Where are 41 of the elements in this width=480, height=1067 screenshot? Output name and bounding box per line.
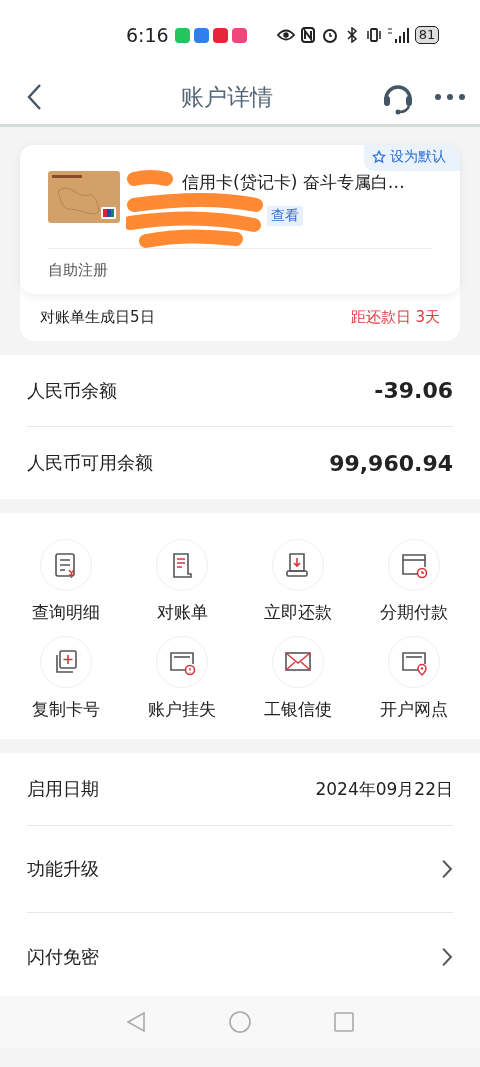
page-title: 账户详情 bbox=[180, 82, 274, 112]
app-notification-icon bbox=[212, 27, 228, 43]
action-button[interactable]: 工银信使 bbox=[240, 636, 356, 725]
settings-row[interactable]: 闪付免密 bbox=[27, 913, 453, 1000]
statement-day-text: 对账单生成日5日 bbox=[40, 308, 155, 327]
vibrate-icon bbox=[364, 27, 383, 43]
bank-card-icon bbox=[48, 171, 120, 223]
action-button[interactable]: 账户挂失 bbox=[124, 636, 240, 725]
eye-icon bbox=[276, 27, 295, 43]
battery-level: 81 bbox=[414, 26, 440, 44]
action-button[interactable]: 开户网点 bbox=[356, 636, 472, 725]
action-button[interactable]: 对账单 bbox=[124, 539, 240, 628]
back-button[interactable] bbox=[26, 83, 42, 111]
more-button[interactable] bbox=[434, 93, 466, 101]
view-link[interactable]: 查看 bbox=[267, 206, 303, 226]
settings-row[interactable]: 功能升级 bbox=[27, 826, 453, 913]
app-notification-icon bbox=[231, 27, 247, 43]
star-icon bbox=[372, 150, 386, 164]
balance-amount: -39.06 bbox=[374, 378, 453, 403]
info-label: 启用日期 bbox=[27, 777, 99, 801]
action-button[interactable]: 查询明细 bbox=[8, 539, 124, 628]
self-register-label: 自助注册 bbox=[48, 260, 109, 280]
chevron-right-icon bbox=[441, 859, 453, 879]
info-label: 闪付免密 bbox=[27, 944, 99, 969]
app-notification-icon bbox=[193, 27, 209, 43]
balance-label: 人民币余额 bbox=[27, 378, 117, 403]
action-button[interactable]: 复制卡号 bbox=[8, 636, 124, 725]
info-label: 功能升级 bbox=[27, 857, 99, 881]
chevron-right-icon bbox=[441, 946, 453, 967]
action-button[interactable]: 分期付款 bbox=[356, 539, 472, 628]
info-value: 2024年09月22日 bbox=[315, 777, 453, 801]
repayment-countdown-text: 距还款日 3天 bbox=[350, 308, 440, 327]
clock-time: 6:16 bbox=[126, 24, 169, 46]
set-default-button[interactable]: 设为默认 bbox=[364, 145, 460, 171]
action-button[interactable]: 立即还款 bbox=[240, 539, 356, 628]
balance-label: 人民币可用余额 bbox=[27, 451, 153, 475]
alarm-icon bbox=[320, 27, 339, 43]
nfc-icon bbox=[298, 27, 317, 43]
signal-icon bbox=[386, 27, 411, 43]
balance-amount: 99,960.94 bbox=[329, 450, 453, 476]
card-name: 信用卡(贷记卡) 奋斗专属白… bbox=[182, 171, 405, 194]
